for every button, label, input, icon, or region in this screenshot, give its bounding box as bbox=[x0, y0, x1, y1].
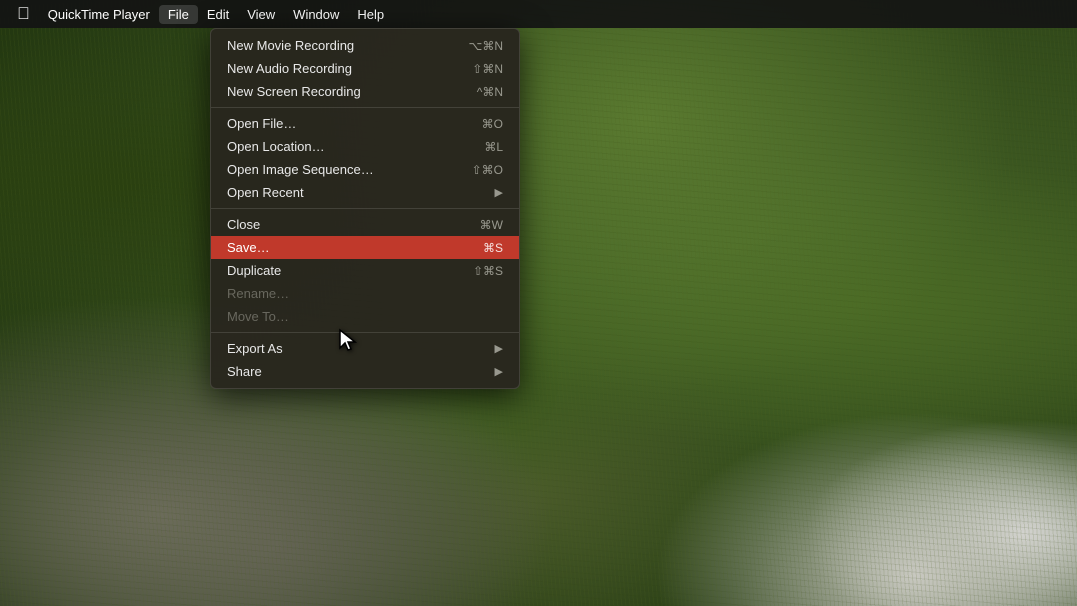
menu-item-label: New Audio Recording bbox=[227, 61, 452, 76]
menu-item-label: Open Image Sequence… bbox=[227, 162, 452, 177]
menu-item-save[interactable]: Save… ⌘S bbox=[211, 236, 519, 259]
menu-item-label: Open File… bbox=[227, 116, 462, 131]
menubar-edit[interactable]: Edit bbox=[198, 5, 238, 24]
menu-item-open-recent[interactable]: Open Recent ▶ bbox=[211, 181, 519, 204]
submenu-arrow-icon: ▶ bbox=[495, 186, 503, 199]
menu-item-label: Open Location… bbox=[227, 139, 464, 154]
menubar-app-name[interactable]: QuickTime Player bbox=[39, 5, 159, 24]
menubar-help[interactable]: Help bbox=[348, 5, 393, 24]
menu-item-duplicate[interactable]: Duplicate ⇧⌘S bbox=[211, 259, 519, 282]
menu-item-share[interactable]: Share ▶ bbox=[211, 360, 519, 383]
menu-item-shortcut: ⌘L bbox=[484, 140, 503, 154]
menu-item-shortcut: ⌘S bbox=[483, 241, 503, 255]
menu-item-label: Move To… bbox=[227, 309, 503, 324]
menu-item-label: New Movie Recording bbox=[227, 38, 449, 53]
menu-item-shortcut: ⇧⌘S bbox=[473, 264, 503, 278]
menu-item-new-movie-recording[interactable]: New Movie Recording ⌥⌘N bbox=[211, 34, 519, 57]
menubar-view[interactable]: View bbox=[238, 5, 284, 24]
menu-item-shortcut: ⇧⌘O bbox=[472, 163, 503, 177]
menu-item-label: Share bbox=[227, 364, 491, 379]
menu-item-move-to[interactable]: Move To… bbox=[211, 305, 519, 328]
apple-menu[interactable]:  bbox=[8, 2, 39, 26]
menu-item-label: Duplicate bbox=[227, 263, 453, 278]
menu-item-shortcut: ⌥⌘N bbox=[469, 39, 504, 53]
menu-item-label: Rename… bbox=[227, 286, 503, 301]
menubar-file[interactable]: File bbox=[159, 5, 198, 24]
separator-1 bbox=[211, 107, 519, 108]
file-menu-dropdown: New Movie Recording ⌥⌘N New Audio Record… bbox=[210, 28, 520, 389]
separator-2 bbox=[211, 208, 519, 209]
menubar:  QuickTime Player File Edit View Window… bbox=[0, 0, 1077, 28]
menu-item-open-location[interactable]: Open Location… ⌘L bbox=[211, 135, 519, 158]
submenu-arrow-icon: ▶ bbox=[495, 365, 503, 378]
menu-item-label: Open Recent bbox=[227, 185, 491, 200]
submenu-arrow-icon: ▶ bbox=[495, 342, 503, 355]
menu-item-new-audio-recording[interactable]: New Audio Recording ⇧⌘N bbox=[211, 57, 519, 80]
menu-item-label: Close bbox=[227, 217, 460, 232]
menu-item-label: Save… bbox=[227, 240, 463, 255]
menu-item-shortcut: ⇧⌘N bbox=[472, 62, 503, 76]
menu-item-new-screen-recording[interactable]: New Screen Recording ^⌘N bbox=[211, 80, 519, 103]
menu-item-close[interactable]: Close ⌘W bbox=[211, 213, 519, 236]
background bbox=[0, 0, 1077, 606]
menu-item-shortcut: ^⌘N bbox=[477, 85, 503, 99]
menu-item-export-as[interactable]: Export As ▶ bbox=[211, 337, 519, 360]
menu-item-shortcut: ⌘W bbox=[480, 218, 503, 232]
separator-3 bbox=[211, 332, 519, 333]
menu-item-label: Export As bbox=[227, 341, 491, 356]
menu-item-open-file[interactable]: Open File… ⌘O bbox=[211, 112, 519, 135]
menu-item-label: New Screen Recording bbox=[227, 84, 457, 99]
menubar-window[interactable]: Window bbox=[284, 5, 348, 24]
menu-item-shortcut: ⌘O bbox=[482, 117, 503, 131]
menu-item-open-image-sequence[interactable]: Open Image Sequence… ⇧⌘O bbox=[211, 158, 519, 181]
menu-item-rename[interactable]: Rename… bbox=[211, 282, 519, 305]
